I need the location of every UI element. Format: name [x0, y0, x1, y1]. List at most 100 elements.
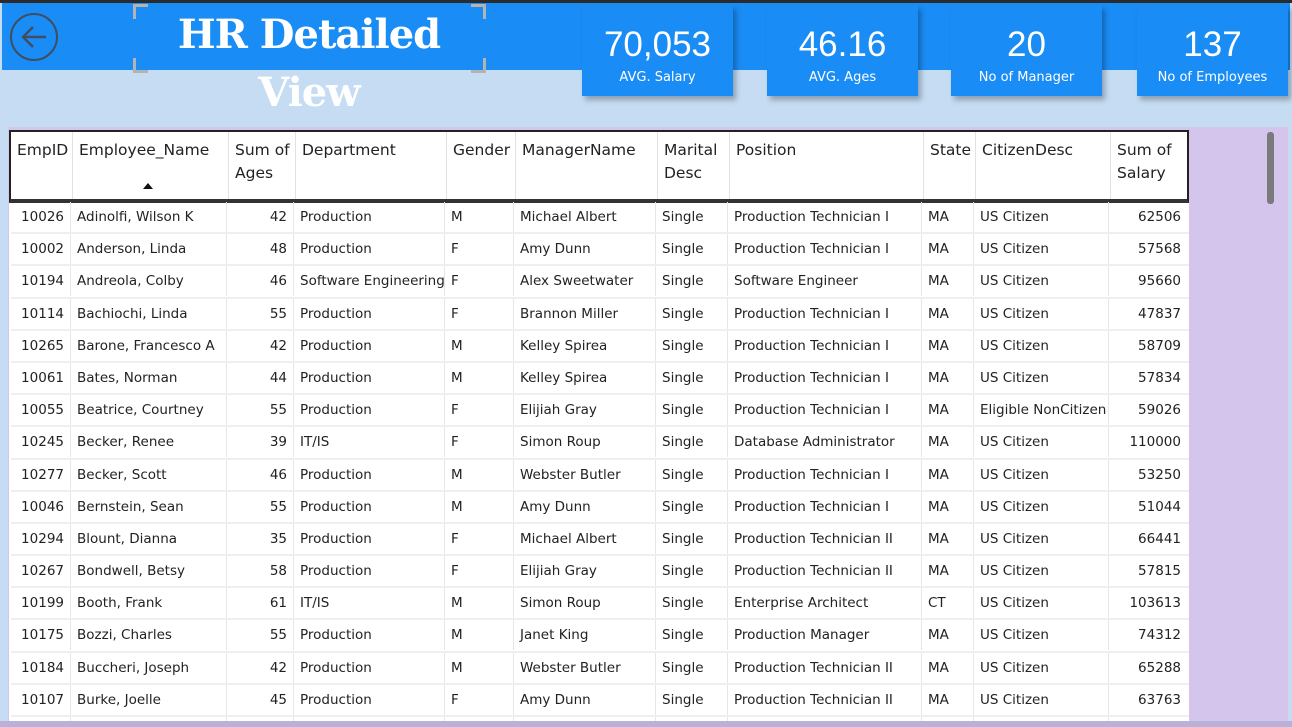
table-row[interactable]: 10194 Andreola, Colby 46 Software Engineeri… — [11, 266, 1189, 299]
cell-position: Production Technician I — [728, 362, 922, 393]
cell-sum-of-ages: 45 — [227, 684, 294, 715]
kpi-card-no-of-employees[interactable]: 137 No of Employees — [1137, 5, 1288, 96]
cell-department: Production — [294, 652, 445, 683]
cell-manager-name: Webster Butler — [514, 652, 656, 683]
vertical-scrollbar[interactable] — [1266, 130, 1276, 720]
cell-state: MA — [922, 556, 974, 587]
cell-employee-name: Booth, Frank — [71, 588, 227, 619]
cell-manager-name: Simon Roup — [514, 588, 656, 619]
cell-department: Production — [294, 523, 445, 554]
selection-handle[interactable] — [133, 4, 148, 19]
table-row[interactable]: 10046 Bernstein, Sean 55 Production M Amy Dun… — [11, 491, 1189, 524]
table-row[interactable]: 10061 Bates, Norman 44 Production M Kelley Sp… — [11, 362, 1189, 396]
scrollbar-thumb[interactable] — [1267, 132, 1274, 204]
table-row[interactable]: 10114 Bachiochi, Linda 55 Production F Branno… — [11, 298, 1189, 331]
column-header-gender[interactable]: Gender — [447, 132, 516, 199]
column-header-employee-name[interactable]: Employee_Name — [73, 132, 229, 199]
page-title: HR Detailed View — [177, 11, 441, 116]
cell-marital-desc: Single — [656, 684, 728, 715]
cell-marital-desc: Single — [656, 234, 728, 265]
selection-handle[interactable] — [471, 4, 486, 19]
cell-empid: 10175 — [11, 620, 71, 651]
cell-position: Database Administrator — [728, 427, 922, 458]
cell-manager-name: Michael Albert — [514, 523, 656, 554]
cell-manager-name: Amy Dunn — [514, 491, 656, 522]
column-header-sum-of-salary[interactable]: Sum of Salary — [1111, 132, 1187, 199]
cell-gender: M — [445, 202, 514, 232]
cell-marital-desc: Single — [656, 588, 728, 619]
cell-employee-name: Bondwell, Betsy — [71, 556, 227, 587]
table-row[interactable]: 10184 Buccheri, Joseph 42 Production M Webste… — [11, 652, 1189, 685]
cell-citizen-desc: US Citizen — [974, 459, 1109, 490]
cell-sum-of-salary: 103613 — [1129, 595, 1181, 612]
cell-citizen-desc: US Citizen — [974, 298, 1109, 329]
back-button[interactable] — [10, 13, 58, 61]
cell-manager-name: Amy Dunn — [514, 234, 656, 265]
table-row[interactable]: 10107 Burke, Joelle 45 Production F Amy Dunn S… — [11, 684, 1189, 717]
cell-gender: M — [445, 491, 514, 522]
cell-department: Production — [294, 298, 445, 329]
selection-handle[interactable] — [133, 58, 148, 73]
kpi-card-avg-salary[interactable]: 70,053 AVG. Salary — [582, 5, 733, 96]
cell-manager-name: Alex Sweetwater — [514, 266, 656, 297]
cell-position: Production Technician II — [728, 523, 922, 554]
cell-department: Production — [294, 234, 445, 265]
cell-employee-name: Adinolfi, Wilson K — [71, 202, 227, 232]
table-row[interactable]: 10267 Bondwell, Betsy 58 Production F Elijiah… — [11, 556, 1189, 589]
cell-citizen-desc: US Citizen — [974, 523, 1109, 554]
kpi-card-no-of-manager[interactable]: 20 No of Manager — [951, 5, 1102, 96]
selection-handle[interactable] — [471, 58, 486, 73]
cell-manager-name: Elijiah Gray — [514, 395, 656, 426]
table-row[interactable]: 10199 Booth, Frank 61 IT/IS M Simon Roup Singl… — [11, 588, 1189, 621]
cell-sum-of-ages: 58 — [227, 556, 294, 587]
table-row[interactable]: 10265 Barone, Francesco A 42 Production M Kel… — [11, 330, 1189, 363]
cell-state: MA — [922, 684, 974, 715]
cell-sum-of-salary: 74312 — [1138, 627, 1181, 644]
employee-table: EmpID Employee_Name Sum of Ages Departme… — [9, 130, 1189, 721]
cell-marital-desc: Single — [656, 556, 728, 587]
cell-citizen-desc: US Citizen — [974, 362, 1109, 393]
cell-employee-name: Becker, Renee — [71, 427, 227, 458]
column-header-position[interactable]: Position — [730, 132, 924, 199]
table-row[interactable]: 10002 Anderson, Linda 48 Production F Amy Dun… — [11, 234, 1189, 267]
cell-sum-of-salary: 51044 — [1138, 498, 1181, 515]
table-row[interactable]: 10245 Becker, Renee 39 IT/IS F Simon Roup Sing… — [11, 427, 1189, 460]
cell-empid: 10055 — [11, 395, 71, 426]
cell-position: Production Technician I — [728, 202, 922, 232]
cell-marital-desc: Single — [656, 652, 728, 683]
column-header-citizendesc[interactable]: CitizenDesc — [976, 132, 1111, 199]
table-row[interactable]: 10294 Blount, Dianna 35 Production F Michael … — [11, 523, 1189, 557]
cell-employee-name: Bernstein, Sean — [71, 491, 227, 522]
cell-gender: F — [445, 298, 514, 329]
cell-department: Production — [294, 395, 445, 426]
cell-position: Production Technician II — [728, 684, 922, 715]
cell-position: Production Technician I — [728, 298, 922, 329]
cell-department: Production — [294, 620, 445, 651]
cell-sum-of-ages: 55 — [227, 395, 294, 426]
kpi-label: No of Employees — [1157, 70, 1268, 85]
kpi-card-avg-ages[interactable]: 46.16 AVG. Ages — [767, 5, 918, 96]
column-header-managername[interactable]: ManagerName — [516, 132, 658, 199]
column-header-department[interactable]: Department — [296, 132, 447, 199]
cell-gender: M — [445, 330, 514, 361]
table-row[interactable]: 10055 Beatrice, Courtney 55 Production F Elij… — [11, 395, 1189, 428]
table-row[interactable]: 10175 Bozzi, Charles 55 Production M Janet Ki… — [11, 620, 1189, 653]
table-row[interactable]: 10277 Becker, Scott 46 Production M Webster B… — [11, 459, 1189, 492]
cell-state: MA — [922, 330, 974, 361]
column-header-state[interactable]: State — [924, 132, 976, 199]
cell-citizen-desc: US Citizen — [974, 202, 1109, 232]
table-row[interactable]: 10026 Adinolfi, Wilson K 42 Production M Mich… — [11, 202, 1189, 235]
cell-manager-name: Michael Albert — [514, 202, 656, 232]
cell-manager-name: Brannon Miller — [514, 298, 656, 329]
column-header-sum-of-ages[interactable]: Sum of Ages — [229, 132, 296, 199]
cell-sum-of-salary: 65288 — [1138, 659, 1181, 676]
cell-state: MA — [922, 459, 974, 490]
cell-marital-desc: Single — [656, 491, 728, 522]
column-header-empid[interactable]: EmpID — [11, 132, 73, 199]
cell-employee-name: Bozzi, Charles — [71, 620, 227, 651]
cell-state: MA — [922, 234, 974, 265]
column-header-marital-desc[interactable]: Marital Desc — [658, 132, 730, 199]
cell-empid: 10194 — [11, 266, 71, 297]
cell-sum-of-ages: 46 — [227, 459, 294, 490]
cell-gender: M — [445, 459, 514, 490]
